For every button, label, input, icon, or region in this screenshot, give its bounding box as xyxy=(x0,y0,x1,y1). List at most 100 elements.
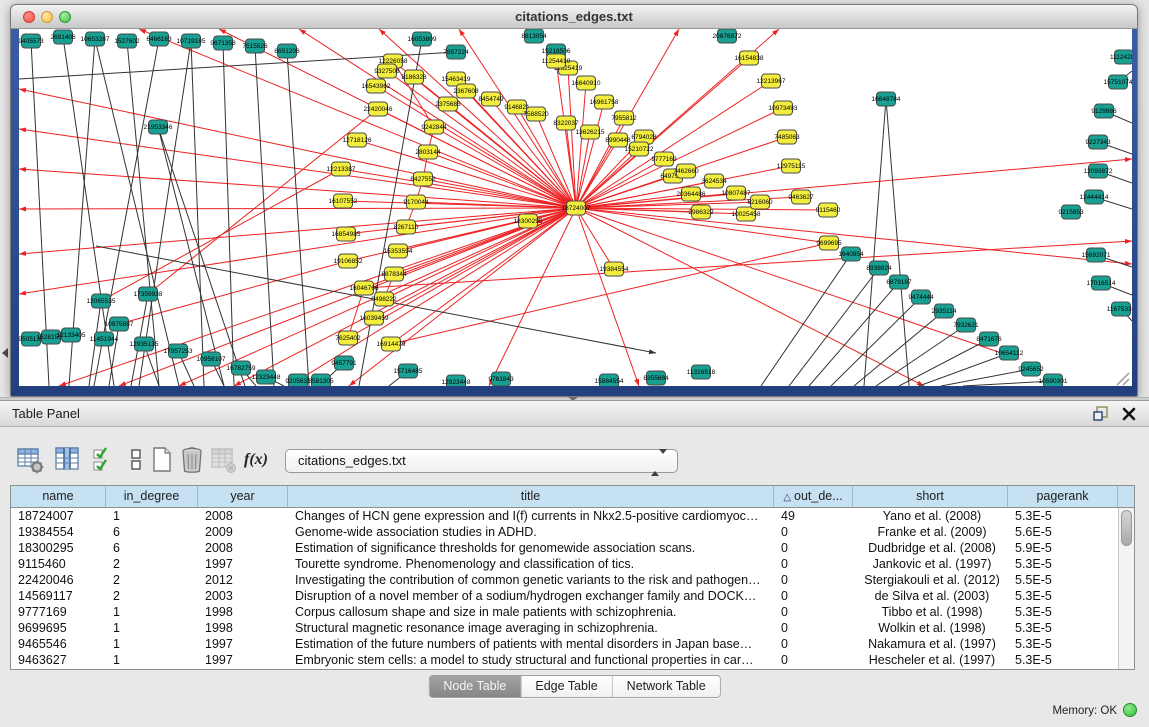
table-settings-icon[interactable] xyxy=(16,445,44,475)
network-node[interactable]: 2803144 xyxy=(415,145,441,159)
column-header-year[interactable]: year xyxy=(198,486,288,507)
network-node[interactable]: 7932621 xyxy=(953,318,979,332)
cell[interactable]: 5.3E-5 xyxy=(1008,588,1118,604)
table-row[interactable]: 946362711997Embryonic stem cells: a mode… xyxy=(11,652,1134,668)
cell[interactable]: 2008 xyxy=(198,508,288,524)
network-node[interactable]: 17016514 xyxy=(1087,276,1116,290)
network-node[interactable]: 16107552 xyxy=(329,194,358,208)
network-node[interactable]: 9457791 xyxy=(331,356,357,370)
network-node[interactable]: 12093872 xyxy=(1084,164,1113,178)
network-node[interactable]: 10807487 xyxy=(722,186,751,200)
cell[interactable]: 0 xyxy=(774,588,853,604)
table-selector-dropdown[interactable]: citations_edges.txt xyxy=(285,449,678,473)
cell[interactable]: 2012 xyxy=(198,572,288,588)
network-node[interactable]: 8267110 xyxy=(394,220,419,234)
float-window-icon[interactable] xyxy=(1093,406,1109,422)
network-node[interactable]: 8355684 xyxy=(643,371,669,385)
close-icon[interactable] xyxy=(1121,406,1137,422)
network-node[interactable]: 19384554 xyxy=(600,262,629,276)
network-edge[interactable] xyxy=(576,208,614,269)
cell[interactable]: 5.3E-5 xyxy=(1008,604,1118,620)
network-node[interactable]: 8186328 xyxy=(401,70,427,84)
cell[interactable]: 0 xyxy=(774,620,853,636)
network-node[interactable]: 2691406 xyxy=(50,30,76,44)
network-node[interactable]: 8990448 xyxy=(605,133,631,147)
network-node[interactable]: 11451944 xyxy=(90,332,119,346)
network-node[interactable]: 3624534 xyxy=(701,174,727,188)
network-node[interactable]: 12718126 xyxy=(343,133,372,147)
tab-network-table[interactable]: Network Table xyxy=(613,676,720,697)
network-node[interactable]: 16854985 xyxy=(332,227,361,241)
cell[interactable]: Corpus callosum shape and size in male p… xyxy=(288,604,774,620)
cell[interactable]: 1997 xyxy=(198,652,288,668)
network-edge[interactable] xyxy=(876,325,966,386)
delete-table-icon[interactable] xyxy=(178,445,206,475)
network-edge[interactable] xyxy=(191,41,204,386)
cell[interactable]: Estimation of the future numbers of pati… xyxy=(288,636,774,652)
network-node[interactable]: 7955812 xyxy=(611,111,637,125)
cell[interactable]: Disruption of a novel member of a sodium… xyxy=(288,588,774,604)
network-node[interactable]: 9671358 xyxy=(210,36,236,50)
network-node[interactable]: 8938924 xyxy=(866,261,892,275)
network-edge[interactable] xyxy=(19,169,576,208)
network-node[interactable]: 9327508 xyxy=(374,64,400,78)
table-row[interactable]: 969969511998Structural magnetic resonanc… xyxy=(11,620,1134,636)
network-node[interactable]: 6466163 xyxy=(146,32,172,46)
network-node[interactable]: 8813054 xyxy=(521,29,547,43)
cell[interactable]: 14569117 xyxy=(11,588,106,604)
cell[interactable]: 19384554 xyxy=(11,524,106,540)
cell[interactable]: Hescheler et al. (1997) xyxy=(853,652,1008,668)
network-node[interactable]: 7485063 xyxy=(774,130,800,144)
tab-node-table[interactable]: Node Table xyxy=(429,676,521,697)
network-edge[interactable] xyxy=(357,140,576,208)
network-node[interactable]: 8878344 xyxy=(381,267,407,281)
network-node[interactable]: 16543962 xyxy=(362,79,391,93)
network-node[interactable]: 16053809 xyxy=(408,32,437,46)
network-node[interactable]: 12444414 xyxy=(1080,190,1109,204)
network-node[interactable]: 1640954 xyxy=(838,247,864,261)
network-node[interactable]: 11124289 xyxy=(1110,50,1132,64)
cell[interactable]: 1 xyxy=(106,636,198,652)
network-node[interactable]: 17359938 xyxy=(134,287,163,301)
network-node[interactable]: 7515526 xyxy=(242,39,268,53)
column-header-name[interactable]: name xyxy=(11,486,106,507)
cell[interactable]: 0 xyxy=(774,572,853,588)
network-edge[interactable] xyxy=(139,41,191,386)
cell[interactable]: 2008 xyxy=(198,540,288,556)
cell[interactable]: 2 xyxy=(106,588,198,604)
network-node[interactable]: 1527602 xyxy=(114,34,140,48)
network-node[interactable]: 10654112 xyxy=(995,346,1024,360)
cell[interactable]: Jankovic et al. (1997) xyxy=(853,556,1008,572)
network-node[interactable]: 2935114 xyxy=(932,304,957,318)
column-header-short[interactable]: short xyxy=(853,486,1008,507)
table-row[interactable]: 2242004622012Investigating the contribut… xyxy=(11,572,1134,588)
cell[interactable]: 1997 xyxy=(198,636,288,652)
cell[interactable]: 49 xyxy=(774,508,853,524)
network-node[interactable]: 12975115 xyxy=(777,159,806,173)
cell[interactable]: 5.3E-5 xyxy=(1008,620,1118,636)
network-node[interactable]: 9699695 xyxy=(816,236,842,250)
cell[interactable]: 2 xyxy=(106,556,198,572)
network-node[interactable]: 16640910 xyxy=(572,76,601,90)
network-node[interactable]: 11675338 xyxy=(1107,302,1132,316)
network-node[interactable]: 16961758 xyxy=(590,95,619,109)
network-edge[interactable] xyxy=(364,241,1132,288)
network-node[interactable]: 16648784 xyxy=(872,92,901,106)
network-node[interactable]: 9242844 xyxy=(421,120,447,134)
network-node[interactable]: 17957253 xyxy=(164,344,193,358)
network-node[interactable]: 10653287 xyxy=(81,32,110,46)
network-node[interactable]: 9129986 xyxy=(1091,104,1117,118)
network-edge[interactable] xyxy=(19,89,576,208)
network-node[interactable]: 9170044 xyxy=(403,195,429,209)
select-rows-icon[interactable] xyxy=(90,445,118,475)
cell[interactable]: Franke et al. (2009) xyxy=(853,524,1008,540)
network-node[interactable]: 12213387 xyxy=(327,162,356,176)
network-node[interactable]: 21953346 xyxy=(144,120,173,134)
network-edge[interactable] xyxy=(391,208,576,344)
cell[interactable]: Structural magnetic resonance image aver… xyxy=(288,620,774,636)
network-node[interactable]: 16039459 xyxy=(360,311,389,325)
cell[interactable]: Investigating the contribution of common… xyxy=(288,572,774,588)
cell[interactable]: 5.5E-5 xyxy=(1008,572,1118,588)
tab-edge-table[interactable]: Edge Table xyxy=(521,676,612,697)
column-header-out_de[interactable]: △out_de... xyxy=(774,486,853,507)
